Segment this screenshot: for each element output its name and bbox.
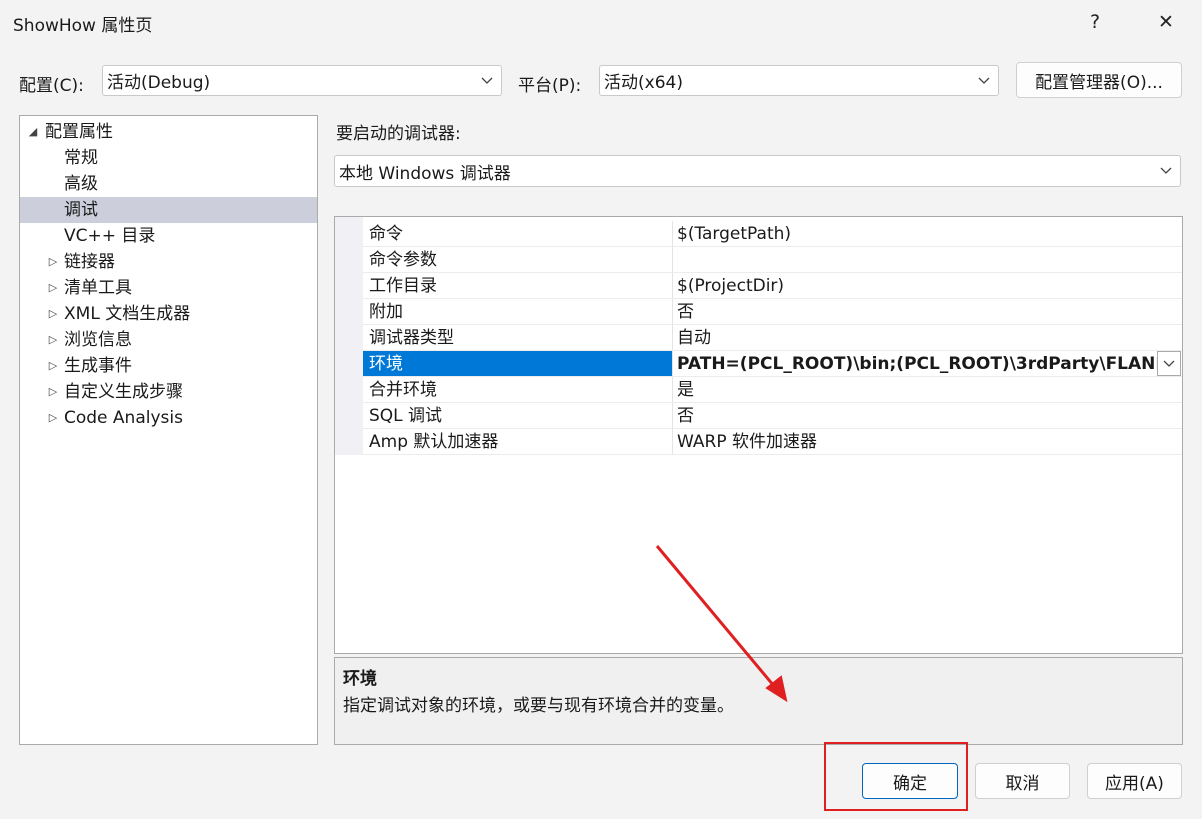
annotation-arrow-icon [655,545,788,703]
